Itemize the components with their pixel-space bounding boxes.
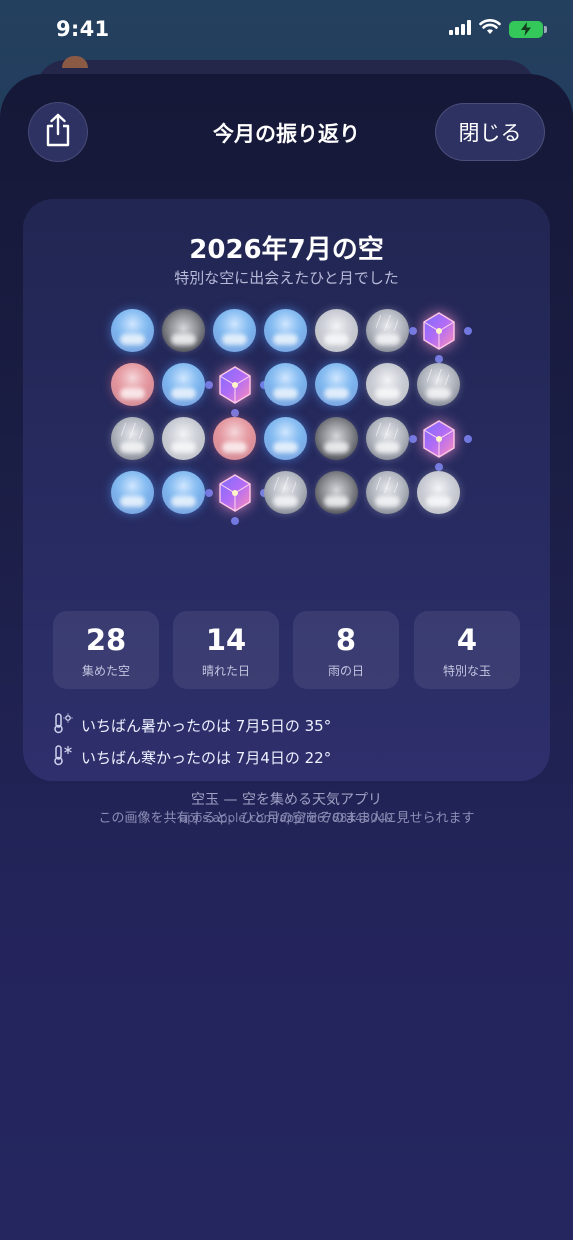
sky-orb-sunny[interactable] bbox=[213, 309, 256, 352]
thermometer-snow-icon bbox=[53, 744, 73, 770]
coldest-day-row: いちばん寒かったのは 7月4日の 22° bbox=[53, 744, 331, 770]
status-icons bbox=[449, 19, 547, 39]
sky-orb-sunny[interactable] bbox=[264, 309, 307, 352]
special-gem-orb[interactable] bbox=[417, 417, 460, 460]
special-gem-orb[interactable] bbox=[213, 471, 256, 514]
stats-row: 28 集めた空 14 晴れた日 8 雨の日 4 特別な玉 bbox=[53, 611, 520, 689]
cellular-signal-icon bbox=[449, 19, 471, 39]
monthly-sky-card: 2026年7月の空 特別な空に出会えたひと月でした 28 集めた空 14 晴れた… bbox=[23, 199, 550, 825]
connector-dot bbox=[231, 517, 239, 525]
connector-dot bbox=[435, 355, 443, 363]
sky-orb-cloudy[interactable] bbox=[417, 471, 460, 514]
stat-special-orbs: 4 特別な玉 bbox=[414, 611, 520, 689]
status-time: 9:41 bbox=[56, 17, 110, 41]
stat-value: 14 bbox=[205, 623, 247, 657]
sky-orb-rainy[interactable] bbox=[111, 417, 154, 460]
monthly-review-sheet: 今月の振り返り 閉じる 2026年7月の空 特別な空に出会えたひと月でした 28… bbox=[0, 74, 573, 1240]
sky-orb-rainy[interactable] bbox=[366, 417, 409, 460]
sky-orb-rainy[interactable] bbox=[264, 471, 307, 514]
stat-rainy-days: 8 雨の日 bbox=[293, 611, 399, 689]
special-gem-orb[interactable] bbox=[417, 309, 460, 352]
battery-charging-icon bbox=[509, 20, 547, 38]
connector-dot bbox=[435, 463, 443, 471]
sky-orb-dark[interactable] bbox=[162, 309, 205, 352]
close-button[interactable]: 閉じる bbox=[435, 103, 545, 161]
sky-orb-cloudy[interactable] bbox=[315, 309, 358, 352]
hottest-day-text: いちばん暑かったのは 7月5日の 35° bbox=[81, 716, 332, 735]
stat-label: 晴れた日 bbox=[201, 664, 250, 678]
sky-orb-sunset[interactable] bbox=[213, 417, 256, 460]
wifi-icon bbox=[479, 19, 501, 39]
stat-label: 特別な玉 bbox=[442, 664, 491, 678]
thermometer-sun-icon bbox=[53, 712, 73, 738]
stat-value: 4 bbox=[456, 623, 478, 657]
sky-orb-dark[interactable] bbox=[315, 471, 358, 514]
stat-collected: 28 集めた空 bbox=[53, 611, 159, 689]
connector-dot bbox=[409, 327, 417, 335]
connector-dot bbox=[409, 435, 417, 443]
connector-dot bbox=[464, 327, 472, 335]
connector-dot bbox=[231, 409, 239, 417]
stat-sunny-days: 14 晴れた日 bbox=[173, 611, 279, 689]
sky-orb-rainy[interactable] bbox=[366, 471, 409, 514]
sky-orb-cloudy[interactable] bbox=[162, 417, 205, 460]
sky-orb-rainy[interactable] bbox=[366, 309, 409, 352]
sky-orb-sunset[interactable] bbox=[111, 363, 154, 406]
hottest-day-row: いちばん暑かったのは 7月5日の 35° bbox=[53, 712, 331, 738]
card-subtitle: 特別な空に出会えたひと月でした bbox=[174, 269, 399, 287]
sky-orb-grid bbox=[111, 309, 477, 525]
sky-orb-sunny[interactable] bbox=[264, 363, 307, 406]
connector-dot bbox=[205, 489, 213, 497]
sky-orb-sunny[interactable] bbox=[315, 363, 358, 406]
app-credit: 空玉 — 空を集める天気アプリ bbox=[191, 792, 382, 808]
sky-orb-sunny[interactable] bbox=[162, 363, 205, 406]
sky-orb-rainy[interactable] bbox=[417, 363, 460, 406]
sheet-header: 今月の振り返り 閉じる bbox=[0, 102, 573, 164]
sky-orb-sunny[interactable] bbox=[162, 471, 205, 514]
sky-orb-cloudy[interactable] bbox=[366, 363, 409, 406]
stat-label: 集めた空 bbox=[81, 664, 130, 678]
connector-dot bbox=[205, 381, 213, 389]
sky-orb-dark[interactable] bbox=[315, 417, 358, 460]
coldest-day-text: いちばん寒かったのは 7月4日の 22° bbox=[81, 748, 332, 767]
stat-value: 28 bbox=[85, 623, 127, 657]
connector-dot bbox=[464, 435, 472, 443]
sky-orb-sunny[interactable] bbox=[111, 309, 154, 352]
share-hint-text: この画像を共有すると、ひと月の空をそのまま人に見せられます bbox=[98, 811, 475, 826]
stat-value: 8 bbox=[335, 623, 357, 657]
sky-orb-sunny[interactable] bbox=[111, 471, 154, 514]
status-bar: 9:41 bbox=[0, 0, 573, 58]
sky-orb-sunny[interactable] bbox=[264, 417, 307, 460]
special-gem-orb[interactable] bbox=[213, 363, 256, 406]
card-title: 2026年7月の空 bbox=[189, 235, 384, 265]
stat-label: 雨の日 bbox=[327, 664, 364, 678]
